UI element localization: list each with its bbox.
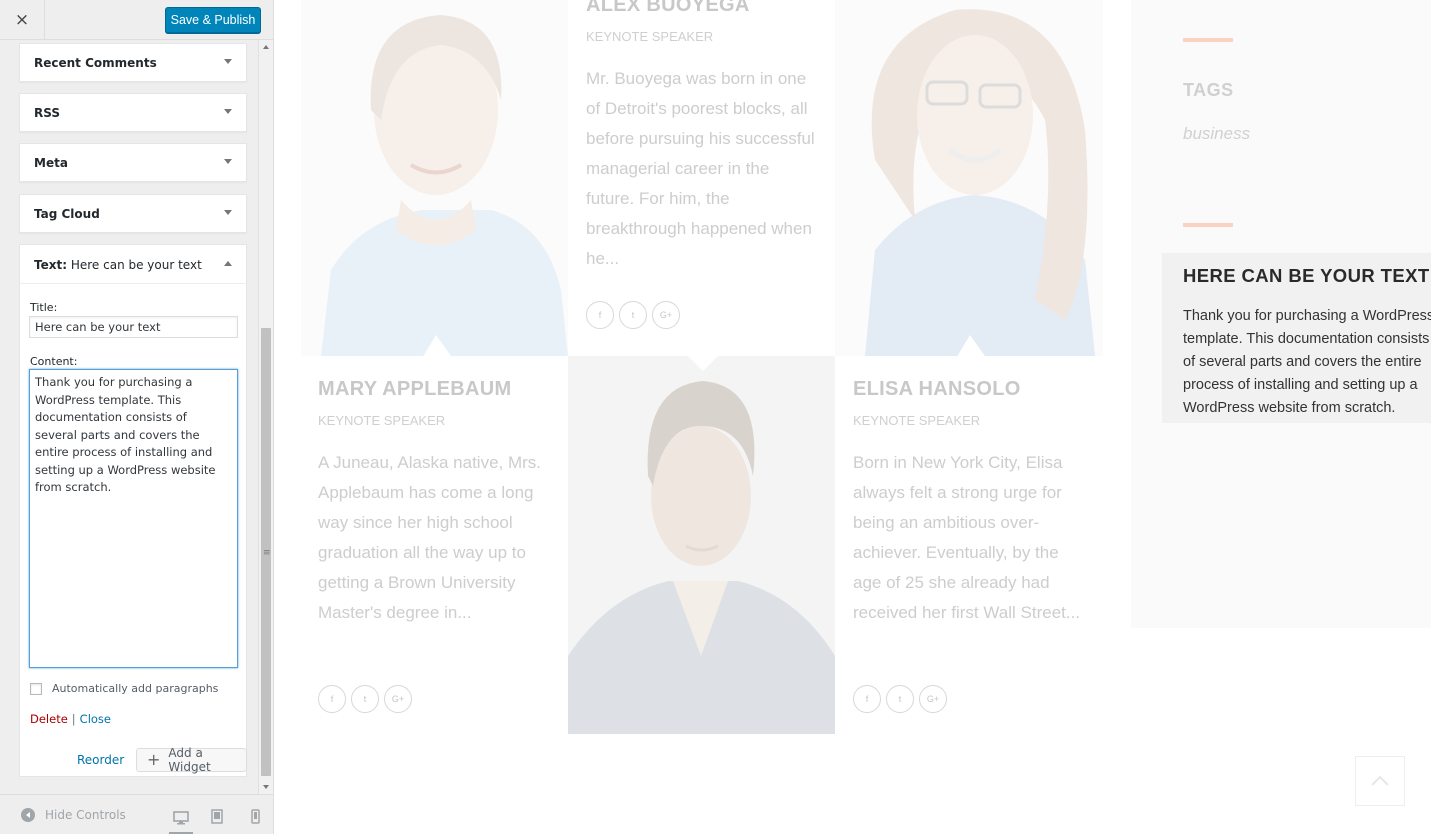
- speaker-photo: [301, 0, 568, 356]
- google-plus-icon[interactable]: G+: [919, 685, 947, 713]
- twitter-icon[interactable]: t: [619, 301, 647, 329]
- scroll-up-arrow-icon[interactable]: [263, 45, 269, 49]
- collapse-arrow-circle-icon: [21, 808, 35, 822]
- content-label: Content:: [30, 355, 78, 368]
- social-icons: f t G+: [586, 301, 680, 329]
- text-widget-title: HERE CAN BE YOUR TEXT: [1183, 265, 1430, 286]
- facebook-icon[interactable]: f: [318, 685, 346, 713]
- close-link[interactable]: Close: [80, 712, 111, 726]
- back-to-top-button[interactable]: [1355, 756, 1405, 806]
- hide-controls-label: Hide Controls: [45, 808, 126, 822]
- speaker-card: ALEX BUOYEGA KEYNOTE SPEAKER Mr. Buoyega…: [586, 0, 836, 274]
- speaker-name[interactable]: MARY APPLEBAUM: [318, 378, 568, 401]
- mobile-icon: [250, 808, 260, 824]
- widget-rss[interactable]: RSS: [19, 93, 247, 132]
- text-widget-body: Thank you for purchasing a WordPress tem…: [1183, 308, 1431, 416]
- desktop-icon: [173, 810, 189, 824]
- separator: |: [71, 712, 76, 726]
- accent-divider: [1183, 223, 1233, 227]
- title-label: Title:: [30, 301, 58, 314]
- preview-desktop-button[interactable]: [169, 803, 193, 834]
- expand-arrow-icon[interactable]: [224, 109, 232, 114]
- autop-checkbox[interactable]: [30, 682, 42, 695]
- autop-option: Automatically add paragraphs: [30, 682, 218, 695]
- speaker-role: KEYNOTE SPEAKER: [318, 413, 446, 428]
- close-customizer-button[interactable]: ×: [0, 0, 45, 40]
- delete-link[interactable]: Delete: [30, 712, 68, 726]
- widget-text-expanded: Text: Here can be your text Title: Conte…: [19, 244, 247, 777]
- save-publish-button[interactable]: Save & Publish: [165, 7, 261, 33]
- expand-arrow-icon[interactable]: [224, 159, 232, 164]
- content-textarea[interactable]: Thank you for purchasing a WordPress tem…: [29, 369, 238, 668]
- social-icons: f t G+: [853, 685, 947, 713]
- widget-actions: Delete | Close: [30, 712, 111, 726]
- widget-list: Recent Comments RSS Meta Tag Cloud Text:…: [0, 40, 258, 794]
- customizer-sidebar: × Save & Publish Recent Comments RSS Met…: [0, 0, 274, 834]
- tag-link[interactable]: business: [1183, 124, 1250, 144]
- chevron-up-icon: [1371, 775, 1389, 786]
- title-field[interactable]: [29, 316, 238, 338]
- widget-label: Meta: [34, 156, 68, 170]
- tablet-icon: [211, 808, 223, 824]
- widget-text-header[interactable]: Text: Here can be your text: [20, 245, 246, 284]
- hide-controls-button[interactable]: Hide Controls: [21, 808, 126, 822]
- close-icon: ×: [14, 10, 30, 30]
- tags-heading: TAGS: [1183, 80, 1234, 100]
- widget-recent-comments[interactable]: Recent Comments: [19, 43, 247, 82]
- collapse-arrow-icon[interactable]: [224, 261, 232, 266]
- speaker-role: KEYNOTE SPEAKER: [853, 413, 981, 428]
- sidebar-scrollbar[interactable]: ≡: [258, 40, 273, 794]
- speaker-name[interactable]: ELISA HANSOLO: [853, 378, 1103, 401]
- scrollbar-grip-icon: ≡: [263, 548, 271, 558]
- scroll-down-arrow-icon[interactable]: [263, 785, 269, 789]
- facebook-icon[interactable]: f: [586, 301, 614, 329]
- speaker-name[interactable]: ALEX BUOYEGA: [586, 0, 836, 17]
- plus-icon: +: [147, 750, 161, 769]
- speaker-card: ELISA HANSOLO KEYNOTE SPEAKER Born in Ne…: [853, 378, 1103, 628]
- widget-tag-cloud[interactable]: Tag Cloud: [19, 194, 247, 233]
- add-widget-button[interactable]: + Add a Widget: [136, 746, 247, 774]
- twitter-icon[interactable]: t: [886, 685, 914, 713]
- widget-text-label: Text: Here can be your text: [34, 258, 202, 272]
- widget-type-label: Text:: [34, 258, 68, 272]
- widget-meta[interactable]: Meta: [19, 143, 247, 182]
- speaker-bio: A Juneau, Alaska native, Mrs. Applebaum …: [318, 453, 542, 622]
- google-plus-icon[interactable]: G+: [652, 301, 680, 329]
- speaker-photo: [568, 356, 835, 734]
- add-widget-label: Add a Widget: [168, 746, 211, 774]
- customizer-footer: Hide Controls: [0, 794, 273, 834]
- accent-divider: [1183, 38, 1233, 42]
- autop-label: Automatically add paragraphs: [52, 682, 219, 695]
- widget-label: RSS: [34, 106, 60, 120]
- speaker-bio: Born in New York City, Elisa always felt…: [853, 453, 1081, 622]
- widget-label: Tag Cloud: [34, 207, 100, 221]
- speaker-bio: Mr. Buoyega was born in one of Detroit's…: [586, 69, 815, 268]
- speaker-card: MARY APPLEBAUM KEYNOTE SPEAKER A Juneau,…: [318, 378, 568, 628]
- social-icons: f t G+: [318, 685, 412, 713]
- preview-mobile-button[interactable]: [243, 803, 267, 829]
- twitter-icon[interactable]: t: [351, 685, 379, 713]
- widget-title-suffix: Here can be your text: [70, 258, 202, 272]
- widget-label: Recent Comments: [34, 56, 157, 70]
- customizer-header: × Save & Publish: [0, 0, 273, 40]
- preview-tablet-button[interactable]: [205, 803, 229, 829]
- reorder-link[interactable]: Reorder: [77, 753, 124, 767]
- expand-arrow-icon[interactable]: [224, 59, 232, 64]
- google-plus-icon[interactable]: G+: [384, 685, 412, 713]
- expand-arrow-icon[interactable]: [224, 210, 232, 215]
- facebook-icon[interactable]: f: [853, 685, 881, 713]
- site-preview: ALEX BUOYEGA KEYNOTE SPEAKER Mr. Buoyega…: [274, 0, 1431, 834]
- speaker-photo: [835, 0, 1103, 356]
- speaker-role: KEYNOTE SPEAKER: [586, 29, 714, 44]
